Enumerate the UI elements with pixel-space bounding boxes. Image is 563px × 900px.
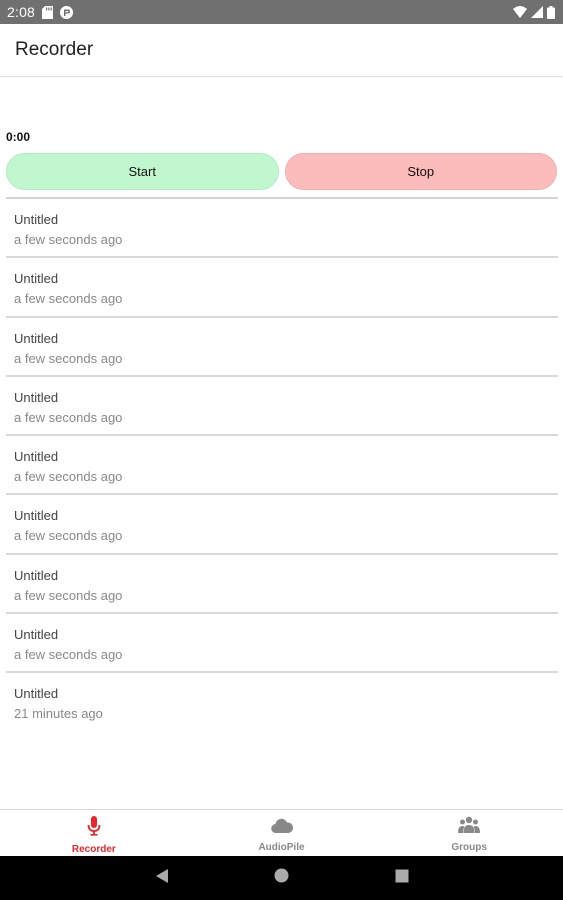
tab-label: Groups bbox=[451, 842, 487, 853]
status-left: 2:08 bbox=[7, 4, 74, 20]
recording-time: a few seconds ago bbox=[14, 350, 123, 366]
tab-audiopile[interactable]: AudioPile bbox=[188, 810, 376, 856]
list-item[interactable]: Untitled a few seconds ago bbox=[6, 199, 558, 259]
recording-time: a few seconds ago bbox=[14, 469, 123, 485]
list-item[interactable]: Untitled a few seconds ago bbox=[6, 555, 558, 615]
sd-card-icon bbox=[42, 5, 54, 19]
back-triangle-icon bbox=[155, 868, 169, 889]
list-item[interactable]: Untitled a few seconds ago bbox=[6, 614, 558, 674]
system-nav-bar bbox=[0, 856, 563, 900]
stop-button[interactable]: Stop bbox=[284, 153, 557, 190]
tab-groups[interactable]: Groups bbox=[375, 810, 563, 856]
tab-label: AudioPile bbox=[258, 842, 305, 853]
recording-name: Untitled bbox=[14, 449, 59, 465]
recording-time: a few seconds ago bbox=[14, 291, 123, 307]
home-button[interactable] bbox=[222, 868, 342, 888]
microphone-icon bbox=[87, 816, 101, 841]
cloud-icon bbox=[270, 816, 293, 839]
list-item[interactable]: Untitled a few seconds ago bbox=[6, 436, 558, 496]
recordings-list: Untitled a few seconds ago Untitled a fe… bbox=[6, 197, 558, 733]
back-button[interactable] bbox=[102, 868, 222, 889]
recording-name: Untitled bbox=[14, 627, 59, 643]
list-item[interactable]: Untitled a few seconds ago bbox=[6, 318, 558, 377]
recording-time: a few seconds ago bbox=[14, 232, 123, 247]
recording-time: a few seconds ago bbox=[14, 528, 123, 544]
list-item[interactable]: Untitled a few seconds ago bbox=[6, 495, 558, 555]
list-item[interactable]: Untitled 21 minutes ago bbox=[6, 673, 558, 732]
recording-name: Untitled bbox=[14, 686, 59, 702]
signal-icon bbox=[531, 6, 543, 18]
groups-icon bbox=[458, 816, 481, 839]
recording-name: Untitled bbox=[14, 567, 59, 583]
recording-name: Untitled bbox=[14, 212, 59, 227]
recording-time: 21 minutes ago bbox=[14, 706, 103, 722]
app-bar: Recorder bbox=[0, 24, 563, 77]
recording-name: Untitled bbox=[14, 389, 59, 405]
recents-square-icon bbox=[395, 869, 409, 888]
status-bar: 2:08 bbox=[0, 0, 563, 24]
start-button[interactable]: Start bbox=[6, 153, 279, 190]
recording-name: Untitled bbox=[14, 508, 59, 524]
recording-time: a few seconds ago bbox=[14, 647, 123, 663]
bottom-tab-bar: Recorder AudioPile Groups bbox=[0, 809, 563, 856]
list-item[interactable]: Untitled a few seconds ago bbox=[6, 377, 558, 437]
tab-label: Recorder bbox=[71, 844, 116, 855]
recording-controls: Start Stop bbox=[6, 153, 557, 190]
status-time: 2:08 bbox=[7, 4, 36, 20]
status-right bbox=[513, 5, 555, 19]
tab-recorder[interactable]: Recorder bbox=[0, 810, 188, 856]
page-title: Recorder bbox=[15, 39, 94, 60]
recording-name: Untitled bbox=[14, 330, 59, 346]
list-item[interactable]: Untitled a few seconds ago bbox=[6, 258, 558, 318]
battery-icon bbox=[547, 5, 555, 19]
recording-timer: 0:00 bbox=[6, 130, 31, 144]
recording-time: a few seconds ago bbox=[14, 587, 123, 603]
wifi-icon bbox=[513, 6, 527, 18]
recents-button[interactable] bbox=[342, 869, 462, 888]
home-circle-icon bbox=[274, 868, 289, 888]
recording-name: Untitled bbox=[14, 271, 59, 287]
recording-time: a few seconds ago bbox=[14, 409, 123, 425]
app-root: 2:08 Recorder 0:00 Start Stop Untitled a… bbox=[0, 0, 563, 900]
app-notification-icon bbox=[60, 5, 74, 19]
